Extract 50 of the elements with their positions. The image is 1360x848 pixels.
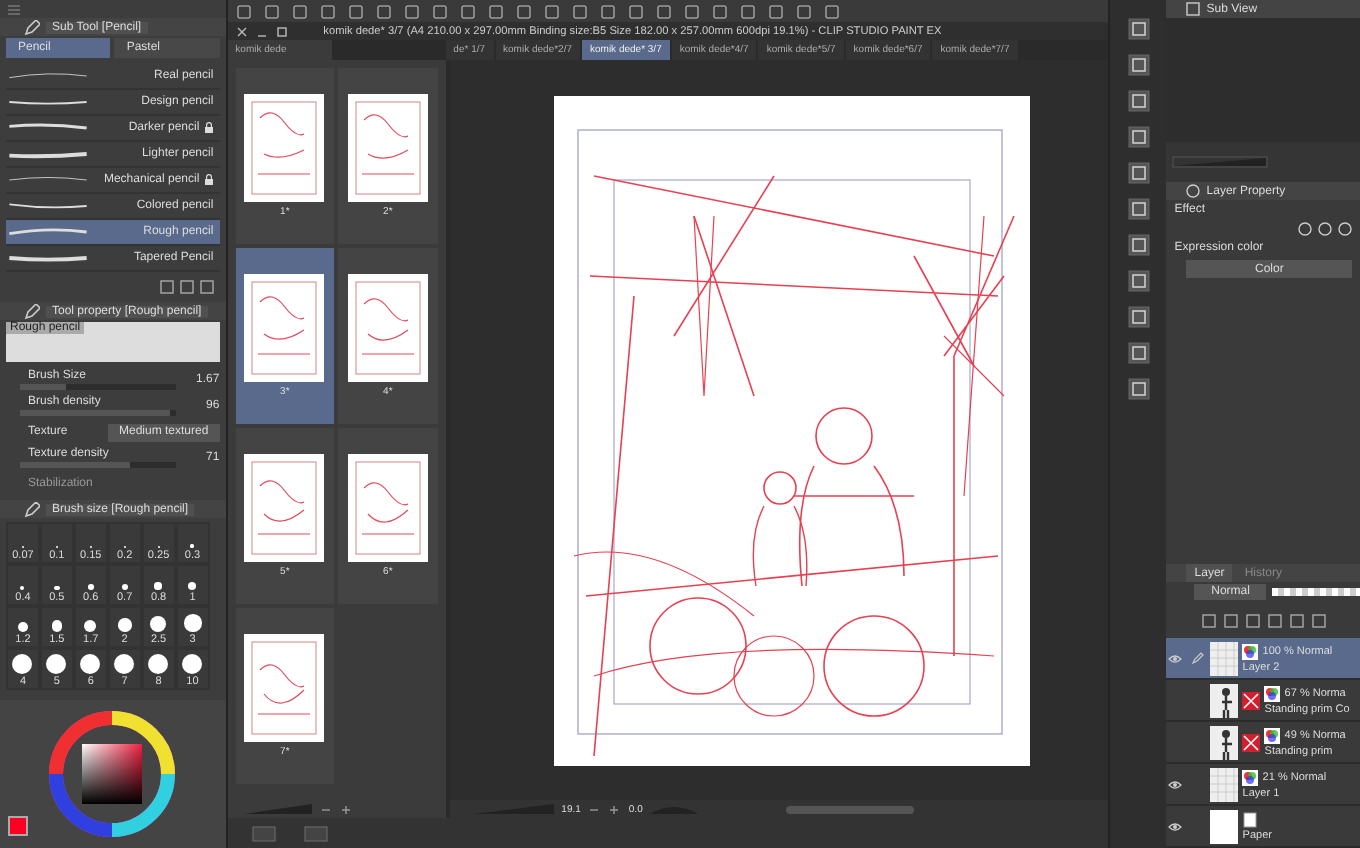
stroke-preview-icon (6, 224, 90, 240)
eye-icon[interactable] (1168, 779, 1183, 789)
palette-icon[interactable] (1127, 378, 1150, 400)
pencil-icon (24, 303, 40, 319)
palette-icon[interactable] (1127, 270, 1150, 292)
palette-icon[interactable] (1127, 306, 1150, 328)
color-wheel[interactable] (46, 708, 179, 840)
pencil-icon (24, 501, 40, 517)
color-mode-icon (1264, 685, 1281, 701)
layer-thumbnail (1210, 641, 1239, 675)
mask-icon (1242, 691, 1261, 709)
paper-thumbnail (1210, 809, 1239, 843)
stroke-preview-icon (6, 68, 90, 84)
layer-property-icon (1186, 184, 1201, 198)
zoom-in-icon[interactable] (339, 803, 352, 815)
maximize-icon[interactable] (275, 25, 288, 37)
panel-toggle-icon[interactable] (6, 3, 22, 15)
palette-icon[interactable] (1127, 54, 1150, 76)
stroke-preview-icon (6, 198, 90, 214)
pencil-icon (1191, 652, 1204, 664)
figure-thumbnail (1210, 725, 1239, 759)
horizontal-scrollbar[interactable] (786, 805, 915, 813)
palette-icon[interactable] (1127, 126, 1150, 148)
palette-icon[interactable] (1127, 162, 1150, 184)
palette-icon[interactable] (1127, 234, 1150, 256)
color-mode-icon (1242, 643, 1259, 659)
figure-thumbnail (1210, 683, 1239, 717)
stroke-preview-icon (6, 250, 90, 266)
zoom-out-icon[interactable] (319, 803, 332, 815)
palette-icon[interactable] (1127, 18, 1150, 40)
eye-icon[interactable] (1168, 821, 1183, 831)
color-mode-icon (1264, 727, 1281, 743)
zoom-slider-icon[interactable] (1172, 156, 1269, 168)
layer-thumbnail (1210, 767, 1239, 801)
main-color-swatch[interactable] (8, 816, 28, 836)
sub-view-icon (1186, 2, 1201, 16)
opacity-slider[interactable] (1272, 588, 1360, 596)
zoom-slider-icon[interactable] (243, 804, 312, 814)
close-icon[interactable] (235, 25, 248, 37)
paper-icon (1242, 811, 1259, 827)
stroke-preview-icon (6, 146, 90, 162)
pencil-icon (24, 19, 40, 35)
palette-icon[interactable] (1127, 90, 1150, 112)
zoom-in-icon[interactable] (608, 803, 621, 815)
mask-icon (1242, 733, 1261, 751)
color-mode-icon (1242, 769, 1259, 785)
zoom-out-icon[interactable] (588, 803, 601, 815)
eye-icon[interactable] (1168, 653, 1183, 663)
palette-icon[interactable] (1127, 342, 1150, 364)
palette-icon[interactable] (1127, 198, 1150, 220)
